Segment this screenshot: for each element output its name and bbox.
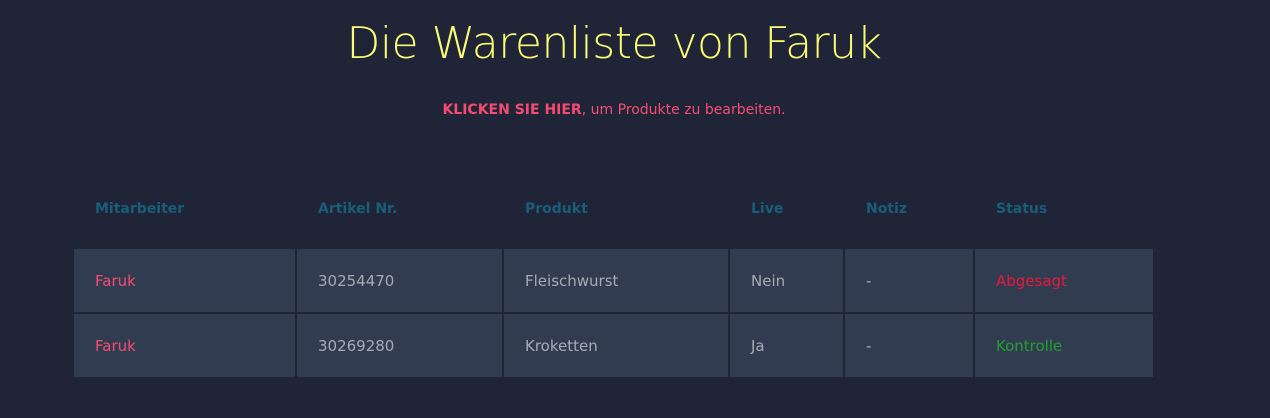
cell-notiz: - (845, 314, 973, 377)
table-spacer-cell (74, 237, 1153, 247)
edit-products-hint: KLICKEN SIE HIER, um Produkte zu bearbei… (0, 102, 1228, 118)
column-header-live: Live (751, 200, 784, 217)
cell-status: Abgesagt (975, 249, 1153, 312)
column-header-produkt: Produkt (525, 200, 588, 217)
cell-notiz: - (845, 249, 973, 312)
cell-produkt: Kroketten (504, 314, 728, 377)
table-spacer (74, 237, 1153, 247)
product-table: Mitarbeiter Artikel Nr. Produkt Live Not… (72, 180, 1155, 379)
column-header-status: Status (996, 200, 1048, 217)
edit-products-hint-text: , um Produkte zu bearbeiten. (581, 102, 786, 118)
click-here-link[interactable]: KLICKEN SIE HIER (442, 102, 581, 118)
cell-status: Kontrolle (975, 314, 1153, 377)
table-header-row: Mitarbeiter Artikel Nr. Produkt Live Not… (74, 182, 1153, 235)
cell-artikel-nr: 30269280 (297, 314, 502, 377)
table-row: Faruk 30254470 Fleischwurst Nein - Abges… (74, 249, 1153, 312)
cell-mitarbeiter: Faruk (74, 249, 295, 312)
cell-produkt: Fleischwurst (504, 249, 728, 312)
column-header-notiz: Notiz (866, 200, 907, 217)
page-title: Die Warenliste von Faruk (346, 18, 882, 69)
cell-live: Ja (730, 314, 843, 377)
cell-artikel-nr: 30254470 (297, 249, 502, 312)
cell-mitarbeiter: Faruk (74, 314, 295, 377)
table-row: Faruk 30269280 Kroketten Ja - Kontrolle (74, 314, 1153, 377)
cell-live: Nein (730, 249, 843, 312)
column-header-mitarbeiter: Mitarbeiter (95, 200, 185, 217)
column-header-artikel-nr: Artikel Nr. (318, 200, 398, 217)
